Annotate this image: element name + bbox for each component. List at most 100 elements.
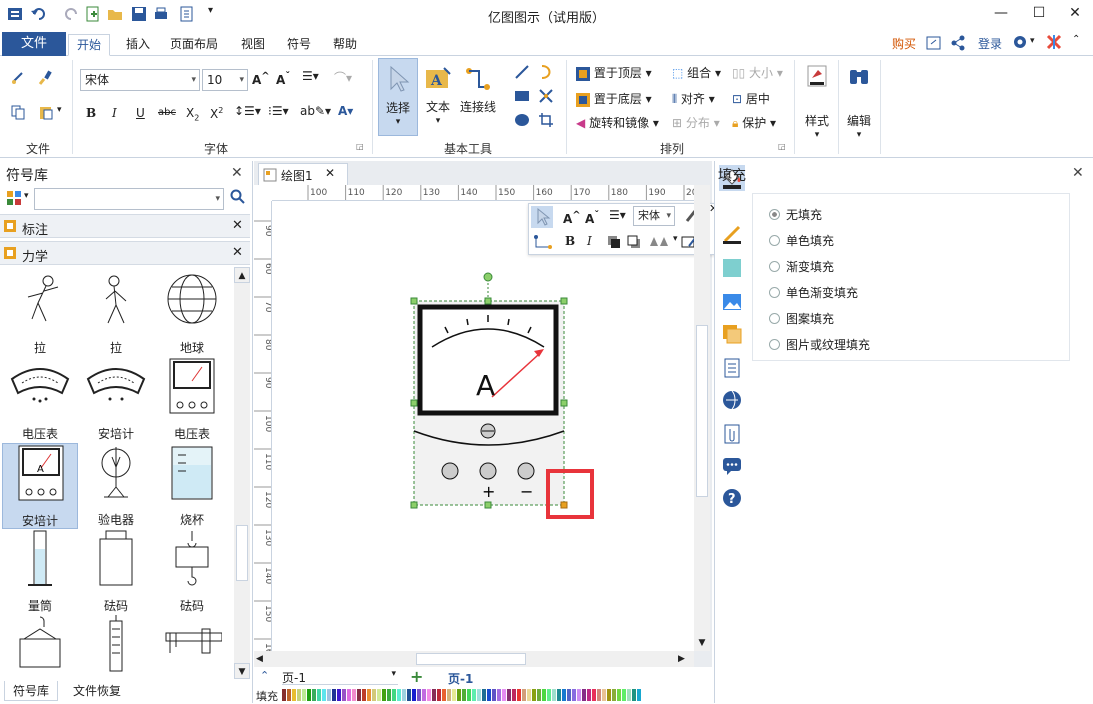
tab-insert[interactable]: 插入 xyxy=(118,34,158,56)
scroll-down-icon[interactable]: ▼ xyxy=(694,635,710,651)
line-tool-icon[interactable] xyxy=(514,64,530,83)
fill-option-none[interactable]: 无填充 xyxy=(769,206,822,223)
shadow-panel-icon[interactable] xyxy=(721,257,743,282)
tab-start[interactable]: 开始 xyxy=(68,34,110,56)
tab-symbol[interactable]: 符号 xyxy=(280,34,318,56)
select-tool-button[interactable]: 选择 ▾ xyxy=(378,58,418,136)
page-properties-icon[interactable] xyxy=(721,357,743,382)
format-painter-icon[interactable] xyxy=(10,70,26,89)
library-grid-icon[interactable] xyxy=(6,190,22,209)
font-dialog-launcher-icon[interactable]: ◲ xyxy=(356,142,364,151)
scroll-right-icon[interactable]: ▶ xyxy=(678,651,692,667)
cross-tool-icon[interactable] xyxy=(538,88,554,107)
send-to-back-button[interactable]: 置于底层 ▾ xyxy=(576,90,652,107)
fill-option-gradient[interactable]: 渐变填充 xyxy=(769,258,834,275)
close-fill-panel-button[interactable]: ✕ xyxy=(1072,165,1084,181)
vertical-scroll-thumb[interactable] xyxy=(696,325,708,497)
font-name-select[interactable]: 宋体 ▾ xyxy=(80,69,200,91)
close-category-button[interactable]: ✕ xyxy=(232,218,243,233)
library-category-callout[interactable]: 标注 ✕ xyxy=(0,214,250,238)
shrink-font-button[interactable]: Aˇ xyxy=(276,71,290,87)
settings-dropdown-icon[interactable]: ▾ xyxy=(1030,36,1035,46)
brush-icon[interactable] xyxy=(38,70,54,89)
scroll-left-icon[interactable]: ◀ xyxy=(256,651,270,667)
float-fill-color-icon[interactable] xyxy=(647,234,671,251)
drawing-canvas[interactable]: A^ Aˇ ☰▾ 宋体▾ B I ▾ ✕ A xyxy=(272,201,720,651)
float-bold-button[interactable]: B xyxy=(565,234,575,248)
library-category-mechanics[interactable]: 力学 ✕ xyxy=(0,241,250,265)
paste-icon[interactable] xyxy=(38,104,54,123)
login-link[interactable]: 登录 xyxy=(974,34,1006,56)
float-grow-font-button[interactable]: A^ xyxy=(563,210,581,226)
tab-page-layout[interactable]: 页面布局 xyxy=(166,34,222,56)
crop-tool-icon[interactable] xyxy=(538,112,554,131)
arrange-dialog-launcher-icon[interactable]: ◲ xyxy=(778,142,786,151)
maximize-button[interactable]: ☐ xyxy=(1024,3,1054,23)
style-button[interactable]: 样式 ▾ xyxy=(800,62,834,142)
symbol-ammeter-1[interactable]: 安培计 xyxy=(78,357,154,443)
add-page-icon[interactable]: + xyxy=(410,667,423,686)
float-pointer-icon[interactable] xyxy=(531,206,553,228)
underline-button[interactable]: U xyxy=(136,106,145,120)
rectangle-tool-icon[interactable] xyxy=(514,88,530,107)
library-scroll-thumb[interactable] xyxy=(236,525,248,581)
edit-button[interactable]: 编辑 ▾ xyxy=(842,62,876,142)
symbol-ammeter-selected[interactable]: A 安培计 xyxy=(2,443,78,529)
share-icon[interactable] xyxy=(950,35,966,54)
comment-icon[interactable] xyxy=(721,455,743,480)
layer-panel-icon[interactable] xyxy=(721,323,743,348)
fill-option-picture-texture[interactable]: 图片或纹理填充 xyxy=(769,336,870,353)
font-size-select[interactable]: 10 ▾ xyxy=(202,69,248,91)
subscript-button[interactable]: X2 xyxy=(186,106,199,122)
symbol-caliper[interactable] xyxy=(154,615,230,701)
paste-dropdown-icon[interactable]: ▾ xyxy=(57,105,62,115)
tab-help[interactable]: 帮助 xyxy=(326,34,364,56)
library-search-input[interactable]: ▾ xyxy=(34,188,224,210)
share-box-icon[interactable] xyxy=(926,35,942,54)
line-spacing-icon[interactable]: ⌒▾ xyxy=(334,69,352,86)
symbol-electroscope[interactable]: 验电器 xyxy=(78,443,154,529)
bullet-list-icon[interactable]: ⁝☰▾ xyxy=(268,104,289,118)
fill-option-single-gradient[interactable]: 单色渐变填充 xyxy=(769,284,858,301)
help-icon[interactable]: ? xyxy=(721,487,743,512)
ellipse-tool-icon[interactable] xyxy=(514,112,530,131)
bold-button[interactable]: B xyxy=(86,106,96,120)
symbol-globe[interactable]: 地球 xyxy=(154,271,230,357)
attachment-icon[interactable] xyxy=(721,423,743,448)
tab-view[interactable]: 视图 xyxy=(234,34,272,56)
symbol-beaker[interactable]: 烧杯 xyxy=(154,443,230,529)
align-button[interactable]: ⫴ 对齐 ▾ xyxy=(672,90,715,107)
fill-option-pattern[interactable]: 图案填充 xyxy=(769,310,834,327)
symbol-pull-2[interactable]: 拉 xyxy=(78,271,154,357)
symbol-weight-1[interactable]: 砝码 xyxy=(78,529,154,615)
symbol-voltmeter-1[interactable]: 电压表 xyxy=(2,357,78,443)
tab-symbol-library[interactable]: 符号库 xyxy=(4,681,58,701)
collapse-ribbon-icon[interactable]: ⌃ xyxy=(1072,34,1080,45)
close-document-tab-button[interactable]: ✕ xyxy=(325,166,335,180)
superscript-button[interactable]: X2 xyxy=(210,106,223,121)
horizontal-scroll-thumb[interactable] xyxy=(416,653,526,665)
grow-font-button[interactable]: A^ xyxy=(252,71,270,87)
group-button[interactable]: ⬚ 组合 ▾ xyxy=(672,64,721,81)
float-font-select[interactable]: 宋体 ▾ xyxy=(633,206,675,226)
horizontal-scrollbar[interactable]: ◀ ▶ xyxy=(254,651,694,667)
close-window-button[interactable]: ✕ xyxy=(1060,3,1090,23)
text-tool-button[interactable]: A 文本 ▾ xyxy=(420,58,456,136)
buy-link[interactable]: 购买 xyxy=(888,34,920,56)
tab-file-recovery[interactable]: 文件恢复 xyxy=(66,681,128,701)
symbol-voltmeter-2[interactable]: 电压表 xyxy=(154,357,230,443)
distribute-button[interactable]: ⊞ 分布 ▾ xyxy=(672,114,720,131)
paragraph-spacing-icon[interactable]: ↕☰▾ xyxy=(234,104,261,118)
scroll-down-icon[interactable]: ▼ xyxy=(234,663,250,679)
settings-gear-icon[interactable] xyxy=(1012,34,1028,53)
hyperlink-globe-icon[interactable] xyxy=(721,389,743,414)
symbol-pull-1[interactable]: 拉 xyxy=(2,271,78,357)
size-button[interactable]: ▯▯ 大小 ▾ xyxy=(732,64,783,81)
font-color-highlight-icon[interactable]: ab✎▾ xyxy=(300,104,331,118)
bring-to-front-button[interactable]: 置于顶层 ▾ xyxy=(576,64,652,81)
document-tab[interactable]: 绘图1 ✕ xyxy=(258,163,348,185)
file-tab[interactable]: 文件 xyxy=(2,32,66,56)
float-send-back-icon[interactable] xyxy=(627,235,641,252)
page-select[interactable]: 页-1 ▾ xyxy=(282,669,398,685)
line-panel-icon[interactable] xyxy=(721,223,743,248)
